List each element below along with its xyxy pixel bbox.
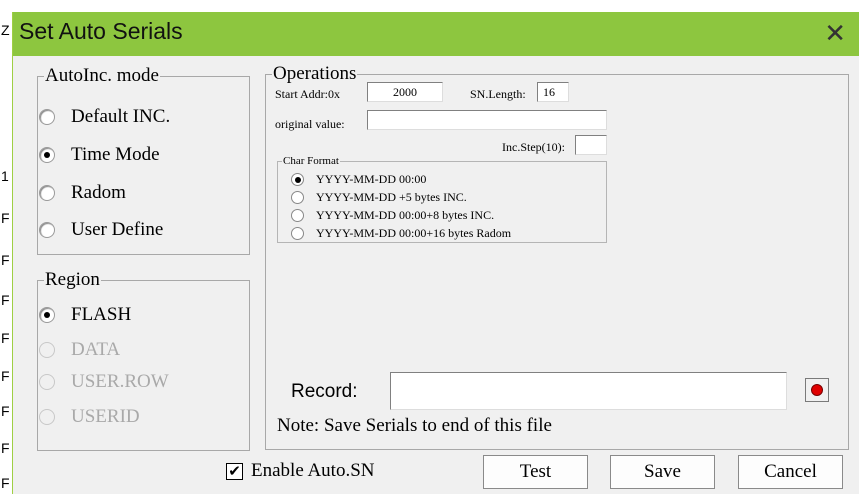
inc-step-input[interactable] <box>575 135 607 155</box>
dialog-title: Set Auto Serials <box>19 18 183 44</box>
radio-circle[interactable] <box>291 209 304 222</box>
test-button[interactable]: Test <box>483 455 588 489</box>
radio-label: YYYY-MM-DD +5 bytes INC. <box>316 190 467 204</box>
start-addr-label: Start Addr:0x <box>275 88 340 98</box>
radio-label: YYYY-MM-DD 00:00+16 bytes Radom <box>316 226 512 240</box>
enable-auto-sn-label[interactable]: Enable Auto.SN <box>251 460 375 482</box>
set-auto-serials-dialog: Set Auto Serials ✕ AutoInc. mode Default… <box>12 12 859 494</box>
original-value-label: original value: <box>275 117 345 131</box>
radio-label: YYYY-MM-DD 00:00+8 bytes INC. <box>316 208 495 222</box>
radio-circle[interactable] <box>39 109 55 125</box>
sn-length-label: SN.Length: <box>470 87 526 101</box>
radio-label: USERID <box>71 406 140 427</box>
radio-circle-selected[interactable] <box>39 147 55 163</box>
close-icon[interactable]: ✕ <box>824 18 846 49</box>
radio-circle-selected[interactable] <box>291 173 304 186</box>
radio-circle-selected[interactable] <box>39 307 55 323</box>
char-format-legend: Char Format <box>283 155 339 167</box>
background-edge-char: 1 <box>1 168 9 184</box>
radio-flash[interactable]: FLASH <box>39 304 131 326</box>
title-bar[interactable]: Set Auto Serials ✕ <box>13 12 859 56</box>
radio-label: USER.ROW <box>71 371 169 392</box>
background-edge-char: F <box>1 403 10 419</box>
radio-data: DATA <box>39 339 120 361</box>
background-edge-char: F <box>1 210 10 226</box>
radio-circle[interactable] <box>291 227 304 240</box>
region-legend: Region <box>45 269 100 290</box>
radio-userid: USERID <box>39 406 140 428</box>
radio-circle-disabled <box>39 409 55 425</box>
background-edge-char: F <box>1 330 10 346</box>
radio-circle[interactable] <box>39 185 55 201</box>
operations-legend: Operations <box>273 63 357 84</box>
radio-format-5-bytes-inc[interactable]: YYYY-MM-DD +5 bytes INC. <box>291 190 467 205</box>
radio-user-define[interactable]: User Define <box>39 219 163 241</box>
sn-length-input[interactable]: 16 <box>537 82 569 102</box>
radio-circle[interactable] <box>291 191 304 204</box>
radio-circle[interactable] <box>39 222 55 238</box>
radio-user-row: USER.ROW <box>39 371 169 393</box>
autoinc-mode-legend: AutoInc. mode <box>45 65 159 86</box>
background-edge-char: Z <box>1 22 10 38</box>
radio-format-8-bytes-inc[interactable]: YYYY-MM-DD 00:00+8 bytes INC. <box>291 208 494 223</box>
radio-label: FLASH <box>71 304 132 325</box>
start-addr-input[interactable]: 2000 <box>367 82 443 102</box>
radio-label: Radom <box>71 182 126 203</box>
original-value-input[interactable] <box>367 110 607 130</box>
save-button[interactable]: Save <box>610 455 715 489</box>
background-edge-char: F <box>1 292 10 308</box>
radio-label: YYYY-MM-DD 00:00 <box>316 172 427 186</box>
background-edge-char: F <box>1 368 10 384</box>
radio-time-mode[interactable]: Time Mode <box>39 144 160 166</box>
enable-auto-sn-checkbox[interactable]: ✔ <box>226 463 243 480</box>
cancel-button[interactable]: Cancel <box>738 455 843 489</box>
background-window-edge: Z 1 F F F F F F F F <box>0 0 12 494</box>
radio-format-16-bytes-radom[interactable]: YYYY-MM-DD 00:00+16 bytes Radom <box>291 226 511 241</box>
radio-circle-disabled <box>39 374 55 390</box>
radio-label: Default INC. <box>71 106 171 127</box>
background-edge-char: F <box>1 440 10 456</box>
background-edge-char: F <box>1 252 10 268</box>
record-file-input[interactable] <box>390 372 787 410</box>
radio-radom[interactable]: Radom <box>39 182 126 204</box>
record-icon <box>811 384 823 396</box>
radio-circle-disabled <box>39 342 55 358</box>
background-edge-char: F <box>1 475 10 491</box>
radio-format-yyyy-mm-dd-0000[interactable]: YYYY-MM-DD 00:00 <box>291 172 426 187</box>
record-label: Record: <box>291 381 358 402</box>
radio-label: Time Mode <box>71 144 160 165</box>
record-browse-button[interactable] <box>805 378 829 402</box>
radio-default-inc[interactable]: Default INC. <box>39 106 170 128</box>
radio-label: DATA <box>71 339 121 360</box>
record-note: Note: Save Serials to end of this file <box>277 415 552 436</box>
radio-label: User Define <box>71 219 164 240</box>
inc-step-label: Inc.Step(10): <box>502 140 565 154</box>
